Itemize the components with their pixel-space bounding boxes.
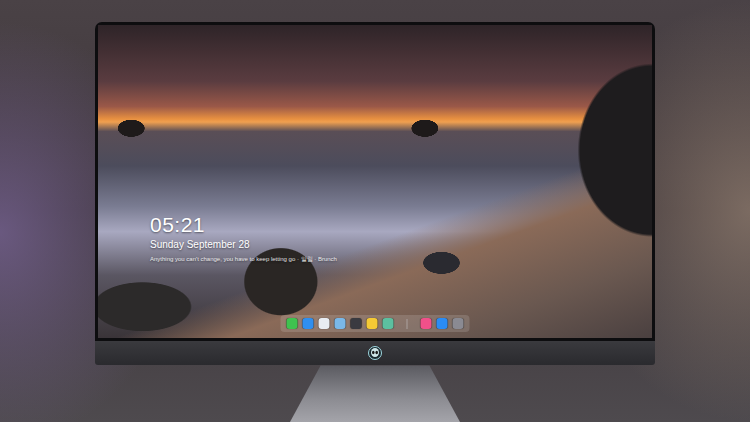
dock-separator	[407, 319, 408, 329]
dock-app-icon[interactable]	[421, 318, 432, 329]
clock-date: Sunday September 28	[150, 239, 337, 251]
dock-app-icon[interactable]	[383, 318, 394, 329]
dock-app-icon[interactable]	[287, 318, 298, 329]
dock-app-icon[interactable]	[319, 318, 330, 329]
monitor-stand	[290, 365, 460, 422]
dock-app-icon[interactable]	[453, 318, 464, 329]
lock-screen: 05:21 Sunday September 28 Anything you can…	[98, 25, 652, 338]
dock-app-icon[interactable]	[303, 318, 314, 329]
wallpaper-photo	[98, 25, 652, 338]
lock-clock: 05:21 Sunday September 28 Anything you can…	[150, 213, 337, 264]
clock-time: 05:21	[150, 213, 337, 236]
dock-app-icon[interactable]	[335, 318, 346, 329]
desktop-mockup: 05:21 Sunday September 28 Anything you can…	[0, 0, 750, 422]
lock-message: Anything you can't change, you have to k…	[150, 255, 337, 264]
dock-app-icon[interactable]	[351, 318, 362, 329]
alien-logo-icon	[368, 346, 382, 360]
monitor-bezel: 05:21 Sunday September 28 Anything you can…	[95, 22, 655, 341]
monitor: 05:21 Sunday September 28 Anything you can…	[95, 22, 655, 422]
monitor-chin	[95, 341, 655, 365]
dock	[281, 315, 470, 332]
dock-app-icon[interactable]	[437, 318, 448, 329]
dock-app-icon[interactable]	[367, 318, 378, 329]
